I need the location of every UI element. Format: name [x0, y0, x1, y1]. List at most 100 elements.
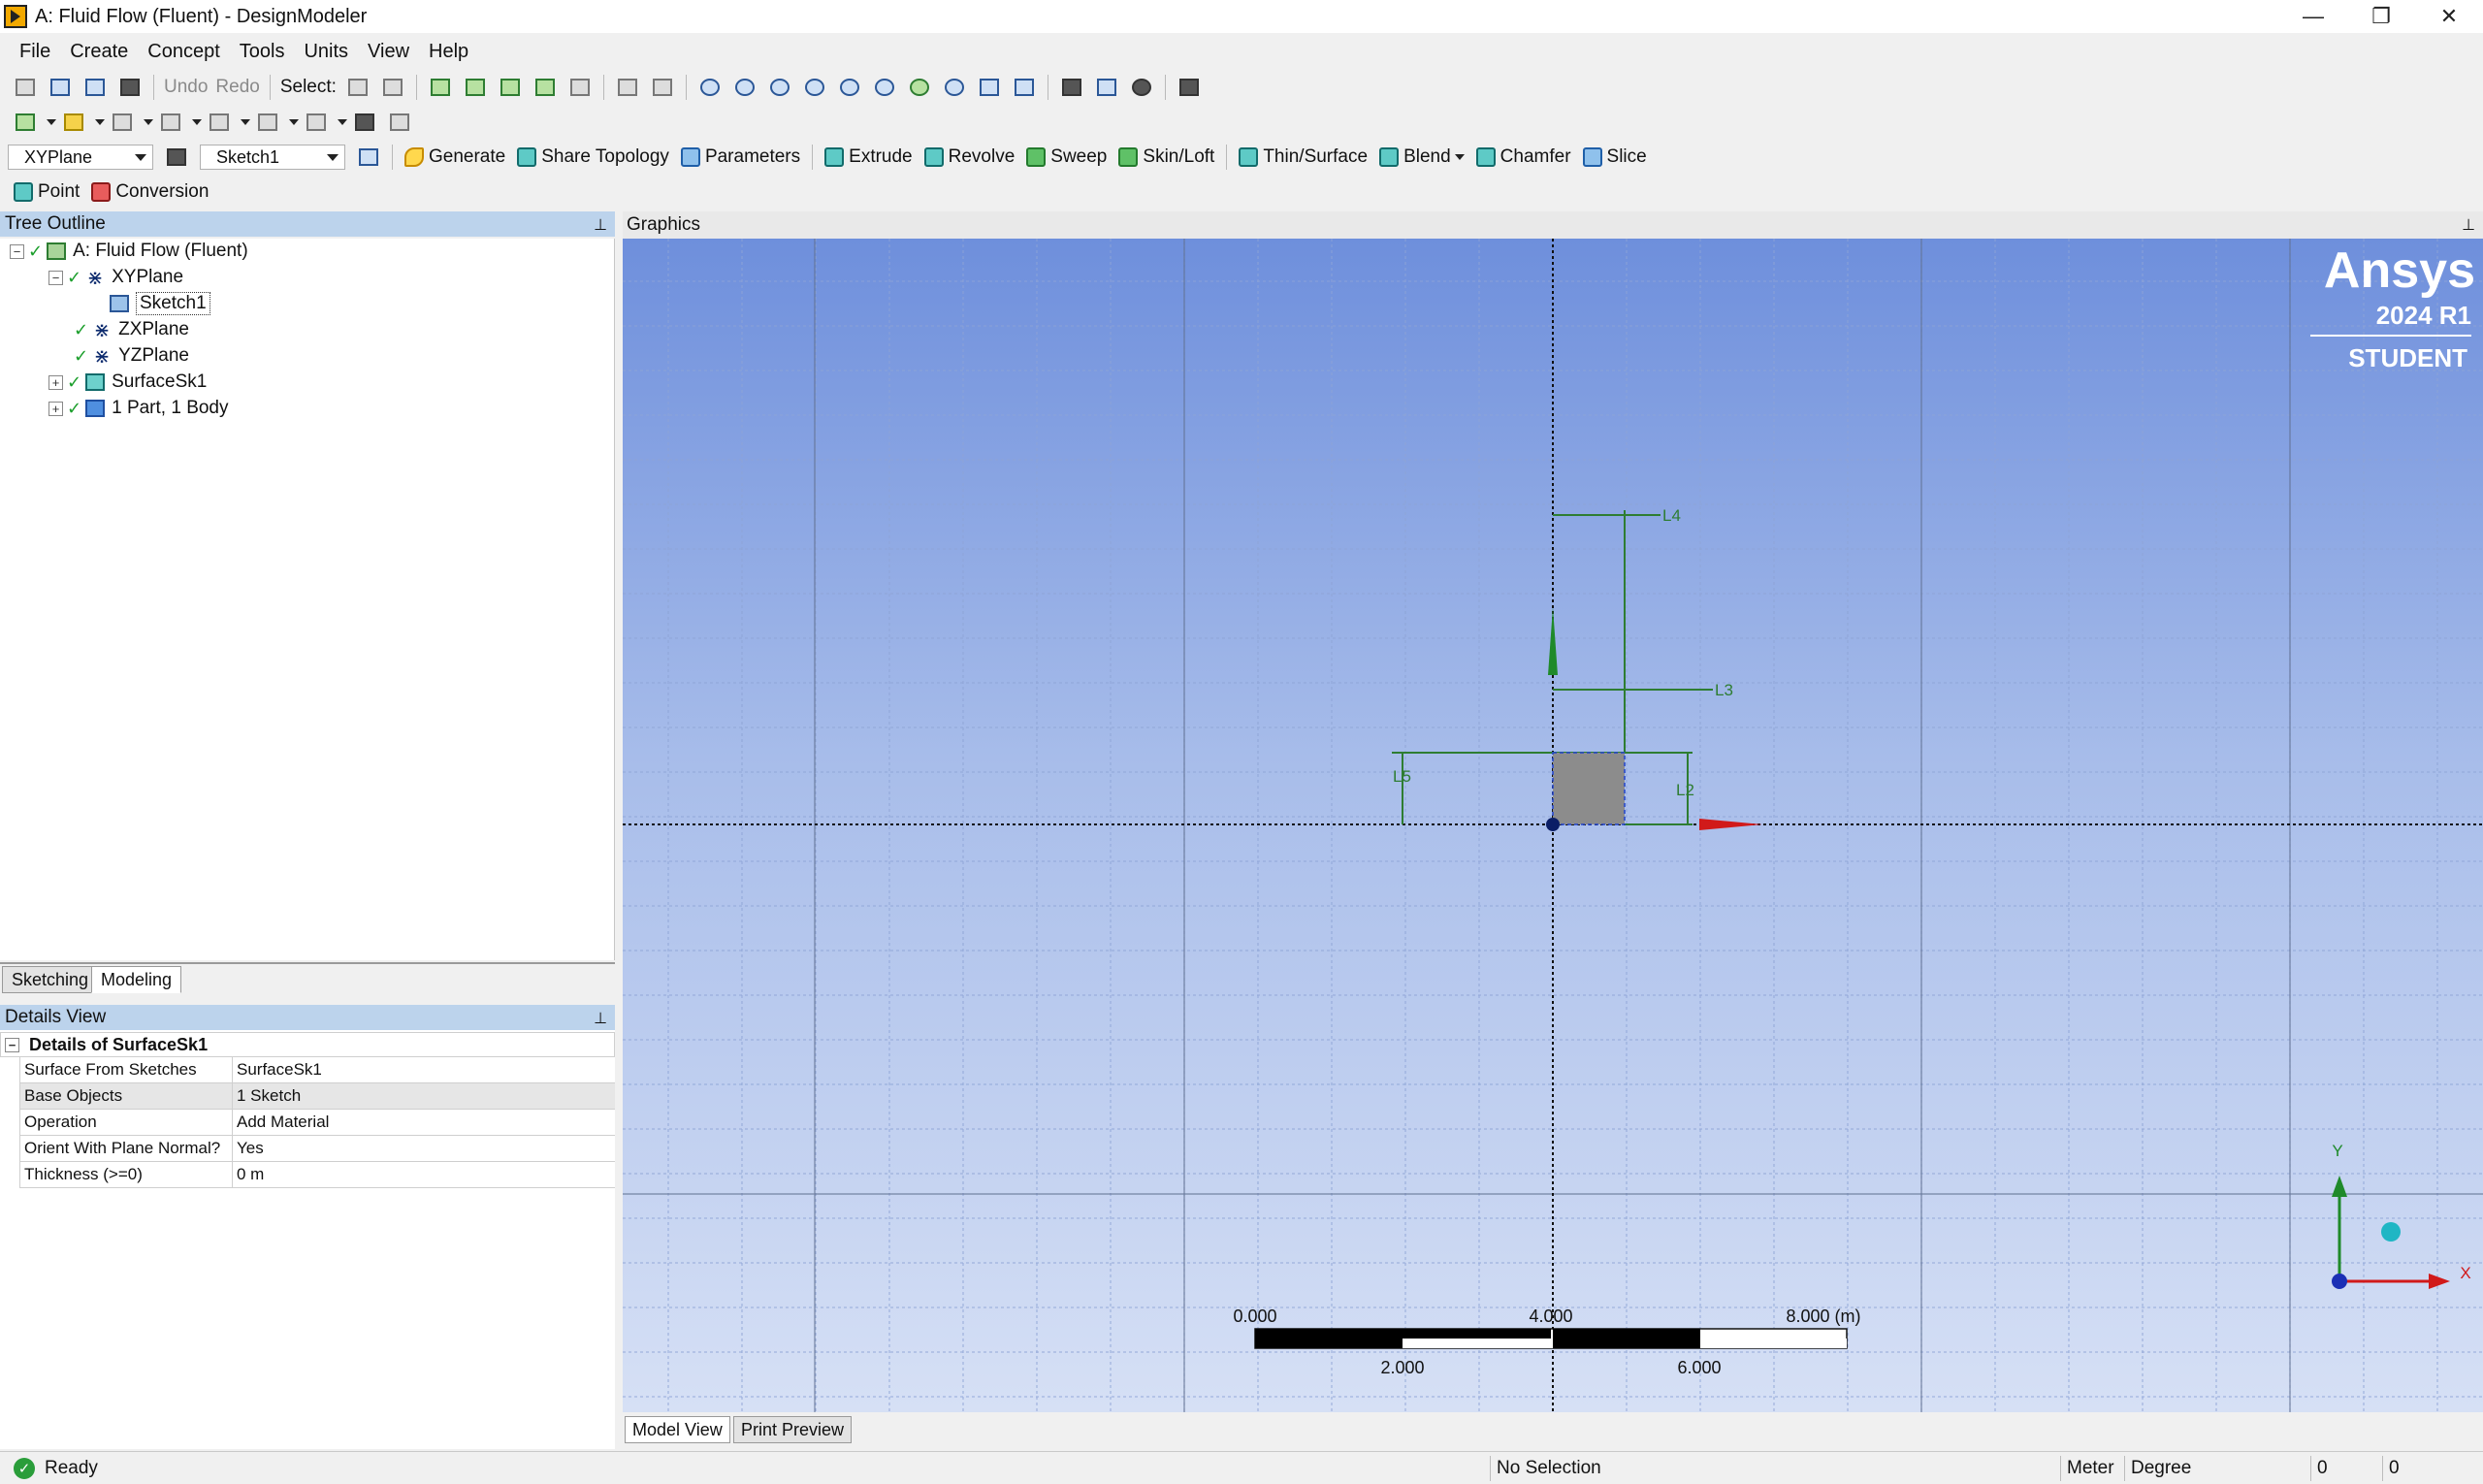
undo-button[interactable]: Undo — [164, 77, 208, 98]
screenshot-icon[interactable] — [116, 74, 144, 101]
menu-view[interactable]: View — [358, 41, 419, 63]
angle-unit[interactable]: Degree — [2124, 1456, 2310, 1481]
tree-item-sketch1[interactable]: Sketch1 — [109, 291, 210, 316]
save-icon[interactable] — [47, 74, 74, 101]
tab-model-view[interactable]: Model View — [625, 1416, 730, 1443]
skin-loft-button[interactable]: Skin/Loft — [1118, 146, 1214, 168]
triad-icon[interactable] — [1058, 74, 1085, 101]
tree-item-root[interactable]: − ✓ A: Fluid Flow (Fluent) — [10, 239, 248, 264]
details-value[interactable]: Add Material — [233, 1110, 615, 1135]
tab-print-preview[interactable]: Print Preview — [733, 1416, 853, 1443]
details-group-header[interactable]: − Details of SurfaceSk1 — [0, 1032, 615, 1057]
pin-icon[interactable]: ⊥ — [2462, 215, 2475, 235]
chamfer-button[interactable]: Chamfer — [1475, 146, 1571, 168]
details-row[interactable]: Thickness (>=0) 0 m — [19, 1162, 615, 1188]
details-value[interactable]: 0 m — [233, 1162, 615, 1187]
box-select-2-icon[interactable] — [649, 74, 676, 101]
parameters-button[interactable]: Parameters — [680, 146, 800, 168]
expand-icon[interactable]: + — [48, 401, 63, 416]
close-button[interactable]: ✕ — [2415, 0, 2483, 33]
dimension-icon[interactable] — [386, 109, 413, 136]
display-point-icon[interactable] — [1128, 74, 1155, 101]
details-value[interactable]: SurfaceSk1 — [233, 1057, 615, 1082]
zoom-box-icon[interactable] — [801, 74, 828, 101]
iso-view-icon[interactable] — [976, 74, 1003, 101]
chevron-down-icon[interactable] — [192, 119, 202, 125]
tree-item-xyplane[interactable]: − ✓ ⋇ XYPlane — [48, 265, 183, 290]
menu-create[interactable]: Create — [60, 41, 138, 63]
chevron-down-icon[interactable] — [144, 119, 153, 125]
save-as-icon[interactable] — [81, 74, 109, 101]
display-bodies-icon[interactable] — [60, 109, 87, 136]
show-vertices-icon[interactable] — [303, 109, 330, 136]
tab-sketching[interactable]: Sketching — [2, 966, 99, 993]
triad-iso-ball-icon[interactable] — [2381, 1222, 2401, 1242]
dimension-label-l4[interactable]: L4 — [1662, 506, 1681, 525]
conversion-button[interactable]: Conversion — [91, 181, 209, 203]
graphics-canvas[interactable]: L4 L3 L5 L2 Ansys 2024 R1 STUDENT 0.000 … — [623, 239, 2483, 1412]
details-row[interactable]: Operation Add Material — [19, 1110, 615, 1136]
restore-button[interactable]: ❐ — [2347, 0, 2415, 33]
collapse-icon[interactable]: − — [5, 1037, 19, 1052]
pin-icon[interactable] — [351, 109, 378, 136]
zoom-out-icon[interactable] — [941, 74, 968, 101]
slice-button[interactable]: Slice — [1582, 146, 1647, 168]
display-model-icon[interactable] — [1093, 74, 1120, 101]
menu-tools[interactable]: Tools — [230, 41, 295, 63]
menu-help[interactable]: Help — [419, 41, 478, 63]
help-cursor-icon[interactable] — [1176, 74, 1203, 101]
redo-button[interactable]: Redo — [215, 77, 259, 98]
chevron-down-icon[interactable] — [95, 119, 105, 125]
edge-style-icon[interactable] — [157, 109, 184, 136]
sweep-button[interactable]: Sweep — [1026, 146, 1107, 168]
select-filter-icon[interactable] — [379, 74, 406, 101]
surface-face[interactable] — [1552, 752, 1626, 825]
tab-modeling[interactable]: Modeling — [91, 966, 182, 993]
zoom-fit-icon[interactable] — [836, 74, 863, 101]
menu-file[interactable]: File — [10, 41, 60, 63]
share-topology-button[interactable]: Share Topology — [517, 146, 669, 168]
extend-select-icon[interactable] — [566, 74, 594, 101]
blend-button[interactable]: Blend — [1379, 146, 1465, 168]
select-faces-icon[interactable] — [497, 74, 524, 101]
show-edges-icon[interactable] — [254, 109, 281, 136]
collapse-icon[interactable]: − — [48, 270, 63, 285]
minimize-button[interactable]: — — [2279, 0, 2347, 33]
menu-concept[interactable]: Concept — [138, 41, 230, 63]
graphics-viewport[interactable]: L4 L3 L5 L2 Ansys 2024 R1 STUDENT 0.000 … — [623, 239, 2483, 1412]
previous-view-icon[interactable] — [1011, 74, 1038, 101]
box-select-icon[interactable] — [614, 74, 641, 101]
collapse-icon[interactable]: − — [10, 243, 24, 259]
extrude-button[interactable]: Extrude — [824, 146, 913, 168]
details-row[interactable]: Base Objects 1 Sketch — [19, 1083, 615, 1110]
rotate-icon[interactable] — [696, 74, 724, 101]
details-row[interactable]: Surface From Sketches SurfaceSk1 — [19, 1057, 615, 1083]
display-planes-icon[interactable] — [12, 109, 39, 136]
point-button[interactable]: Point — [14, 181, 80, 203]
select-mode-icon[interactable] — [344, 74, 371, 101]
expand-icon[interactable]: + — [48, 374, 63, 390]
details-value[interactable]: Yes — [233, 1136, 615, 1161]
plane-select[interactable]: XYPlane — [8, 145, 153, 170]
select-points-icon[interactable] — [427, 74, 454, 101]
chevron-down-icon[interactable] — [289, 119, 299, 125]
pan-icon[interactable] — [731, 74, 758, 101]
menu-units[interactable]: Units — [294, 41, 358, 63]
pin-icon[interactable]: ⊥ — [594, 1009, 607, 1028]
chevron-down-icon[interactable] — [241, 119, 250, 125]
zoom-in-icon[interactable] — [906, 74, 933, 101]
length-unit[interactable]: Meter — [2060, 1456, 2124, 1481]
origin-point[interactable] — [1546, 818, 1560, 831]
dimension-label-l3[interactable]: L3 — [1715, 681, 1733, 699]
edge-joints-icon[interactable] — [206, 109, 233, 136]
sketch-select[interactable]: Sketch1 — [200, 145, 345, 170]
pin-icon[interactable]: ⊥ — [594, 215, 607, 235]
new-plane-icon[interactable] — [163, 144, 190, 171]
chevron-down-icon[interactable] — [338, 119, 347, 125]
chevron-down-icon[interactable] — [47, 119, 56, 125]
details-value[interactable]: 1 Sketch — [233, 1083, 615, 1109]
tree-item-parts[interactable]: + ✓ 1 Part, 1 Body — [48, 396, 229, 421]
select-bodies-icon[interactable] — [532, 74, 559, 101]
dimension-label-l5[interactable]: L5 — [1393, 767, 1411, 786]
tree-item-zxplane[interactable]: ✓ ⋇ ZXPlane — [74, 317, 189, 342]
